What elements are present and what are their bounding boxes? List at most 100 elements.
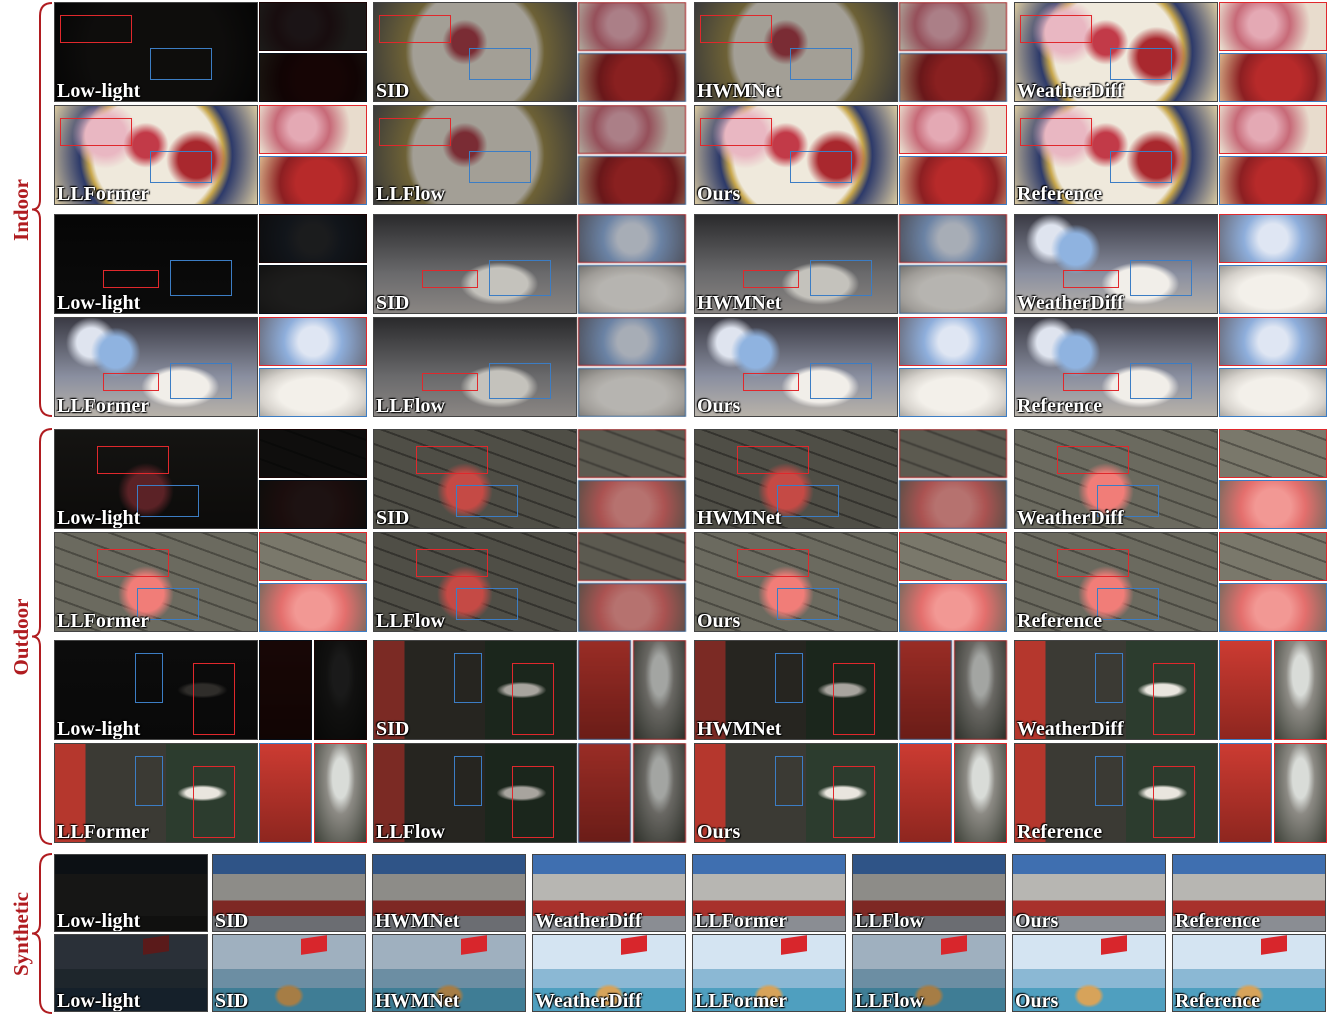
main-image: HWMNet: [694, 429, 898, 529]
panel-peony-plate-hwmnet: HWMNet: [694, 2, 1009, 102]
method-label: Ours: [1015, 990, 1059, 1012]
panel-cartoon-booth-reference: Reference: [1014, 743, 1329, 843]
zoom-crop-blue: [899, 156, 1007, 205]
section-brace-synthetic: [31, 853, 53, 1014]
panel-rose-wall-llformer: LLFormer: [54, 532, 369, 632]
roi-box-red: [1153, 766, 1195, 838]
zoom-crop-blue: [1219, 480, 1327, 529]
method-label: Low-light: [57, 507, 141, 529]
method-label: Reference: [1017, 821, 1103, 843]
panel-temple-gate-weatherdiff: WeatherDiff: [532, 854, 686, 932]
zoom-crop-blue: [578, 53, 686, 102]
method-label: LLFormer: [57, 183, 150, 205]
panel-rose-wall-sid: SID: [373, 429, 688, 529]
zoom-crop-red: [1219, 2, 1327, 51]
roi-box-blue: [170, 260, 232, 296]
roi-box-red: [512, 766, 554, 838]
zoom-crop-blue: [578, 480, 686, 529]
zoom-crop-blue: [1219, 368, 1327, 417]
method-label: HWMNet: [375, 910, 460, 932]
method-label: WeatherDiff: [1017, 80, 1124, 102]
zoom-crop-red: [954, 640, 1007, 740]
panel-flag-woman-weatherdiff: WeatherDiff: [532, 934, 686, 1012]
method-label: HWMNet: [697, 80, 782, 102]
roi-box-red: [1057, 549, 1129, 577]
panel-temple-gate-llformer: LLFormer: [692, 854, 846, 932]
roi-box-red: [416, 446, 488, 474]
panel-rose-wall-llflow: LLFlow: [373, 532, 688, 632]
method-label: SID: [215, 990, 249, 1012]
method-label: Low-light: [57, 990, 141, 1012]
main-image: LLFlow: [373, 532, 577, 632]
roi-box-blue: [1097, 588, 1159, 620]
main-image: LLFlow: [373, 317, 577, 417]
roi-box-blue: [1130, 363, 1192, 399]
method-label: Low-light: [57, 718, 141, 740]
method-label: SID: [215, 910, 249, 932]
method-label: LLFormer: [57, 395, 150, 417]
panel-cartoon-booth-weatherdiff: WeatherDiff: [1014, 640, 1329, 740]
roi-box-blue: [810, 363, 872, 399]
zoom-crop-blue: [1219, 53, 1327, 102]
method-label: Low-light: [57, 910, 141, 932]
roi-box-blue: [456, 588, 518, 620]
zoom-crop-red: [899, 105, 1007, 154]
panel-peony-plate-low-light: Low-light: [54, 2, 369, 102]
main-image: SID: [373, 2, 577, 102]
zoom-crop-blue: [259, 640, 312, 740]
panel-teddy-flowers-sid: SID: [373, 214, 688, 314]
zoom-crop-blue: [1219, 156, 1327, 205]
roi-box-red: [422, 373, 478, 391]
zoom-crop-blue: [259, 156, 367, 205]
main-image: HWMNet: [694, 640, 898, 740]
zoom-crop-blue: [578, 368, 686, 417]
method-label: Reference: [1017, 610, 1103, 632]
panel-teddy-flowers-reference: Reference: [1014, 317, 1329, 417]
roi-box-blue: [1095, 756, 1123, 806]
method-label: LLFormer: [57, 610, 150, 632]
roi-box-red: [60, 118, 132, 146]
main-image: LLFormer: [54, 317, 258, 417]
zoom-crop-blue: [899, 265, 1007, 314]
method-label: SID: [376, 718, 410, 740]
method-label: WeatherDiff: [535, 990, 642, 1012]
zoom-crop-red: [259, 429, 367, 478]
panel-teddy-flowers-llformer: LLFormer: [54, 317, 369, 417]
panel-temple-gate-low-light: Low-light: [54, 854, 208, 932]
method-label: LLFlow: [855, 910, 924, 932]
zoom-crop-red: [578, 532, 686, 581]
roi-box-red: [379, 15, 451, 43]
method-label: Ours: [697, 183, 741, 205]
roi-box-red: [737, 549, 809, 577]
panel-flag-woman-llflow: LLFlow: [852, 934, 1006, 1012]
panel-rose-wall-low-light: Low-light: [54, 429, 369, 529]
panel-cartoon-booth-hwmnet: HWMNet: [694, 640, 1009, 740]
roi-box-red: [422, 270, 478, 288]
panel-flag-woman-ours: Ours: [1012, 934, 1166, 1012]
main-image: Reference: [1014, 532, 1218, 632]
method-label: WeatherDiff: [1017, 507, 1124, 529]
roi-box-red: [737, 446, 809, 474]
method-label: LLFlow: [376, 183, 445, 205]
panel-teddy-flowers-low-light: Low-light: [54, 214, 369, 314]
roi-box-blue: [135, 653, 163, 703]
method-label: LLFormer: [695, 990, 788, 1012]
zoom-crop-red: [899, 532, 1007, 581]
panel-temple-gate-sid: SID: [212, 854, 366, 932]
roi-box-red: [1153, 663, 1195, 735]
panel-rose-wall-hwmnet: HWMNet: [694, 429, 1009, 529]
panel-teddy-flowers-llflow: LLFlow: [373, 317, 688, 417]
roi-box-red: [60, 15, 132, 43]
roi-box-blue: [1110, 48, 1172, 80]
zoom-crop-red: [954, 743, 1007, 843]
roi-box-blue: [1095, 653, 1123, 703]
roi-box-blue: [775, 756, 803, 806]
method-label: LLFormer: [57, 821, 150, 843]
panel-cartoon-booth-sid: SID: [373, 640, 688, 740]
main-image: Ours: [694, 532, 898, 632]
main-image: Low-light: [54, 2, 258, 102]
figure-canvas: Indoor Outdoor Synthetic Low-light SID HWMNet…: [0, 0, 1330, 1026]
zoom-crop-red: [259, 532, 367, 581]
panel-temple-gate-hwmnet: HWMNet: [372, 854, 526, 932]
main-image: SID: [373, 214, 577, 314]
